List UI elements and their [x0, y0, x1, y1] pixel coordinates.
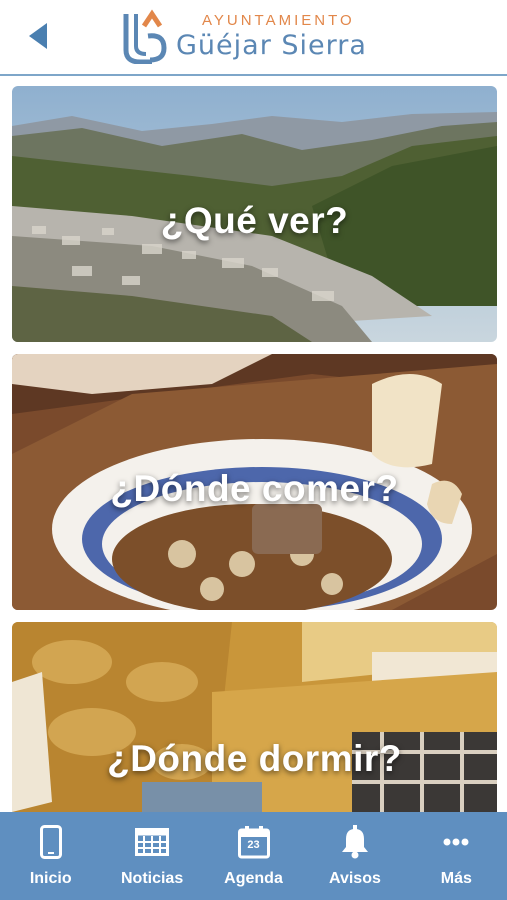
tab-inicio[interactable]: Inicio [0, 812, 101, 900]
card-donde-comer[interactable]: ¿Dónde comer? [12, 354, 497, 610]
tab-label: Avisos [328, 870, 381, 887]
tab-agenda[interactable]: 23 Agenda [203, 812, 304, 900]
tab-label: Inicio [29, 870, 72, 887]
tab-avisos[interactable]: Avisos [304, 812, 405, 900]
calendar-icon: 23 [237, 824, 271, 860]
tab-mas[interactable]: Más [406, 812, 507, 900]
back-button[interactable] [24, 18, 54, 54]
more-dots-icon [439, 824, 473, 860]
municipality-logo: AYUNTAMIENTO Güéjar Sierra [122, 6, 392, 66]
bedroom-image [12, 622, 497, 812]
tab-label: Noticias [120, 870, 184, 887]
card-title: ¿Dónde dormir? [107, 738, 402, 779]
back-arrow-icon [29, 23, 47, 49]
bell-icon [338, 824, 372, 860]
tab-noticias[interactable]: Noticias [101, 812, 202, 900]
phone-icon [34, 824, 68, 860]
app-header: AYUNTAMIENTO Güéjar Sierra [0, 0, 507, 76]
card-title: ¿Qué ver? [160, 200, 349, 241]
bottom-tab-bar: Inicio Noticias 23 Agenda Avisos Más [0, 812, 507, 900]
card-title: ¿Dónde comer? [110, 468, 399, 509]
logo-top-text: AYUNTAMIENTO [202, 12, 355, 29]
logo-main-text: Güéjar Sierra [176, 30, 367, 61]
card-donde-dormir[interactable]: ¿Dónde dormir? [12, 622, 497, 812]
logo-mark-icon [123, 9, 167, 64]
tab-label: Más [440, 870, 472, 887]
calendar-day: 23 [247, 839, 260, 851]
newspaper-icon [135, 824, 170, 860]
card-que-ver[interactable]: ¿Qué ver? [12, 86, 497, 342]
tab-label: Agenda [224, 870, 283, 887]
